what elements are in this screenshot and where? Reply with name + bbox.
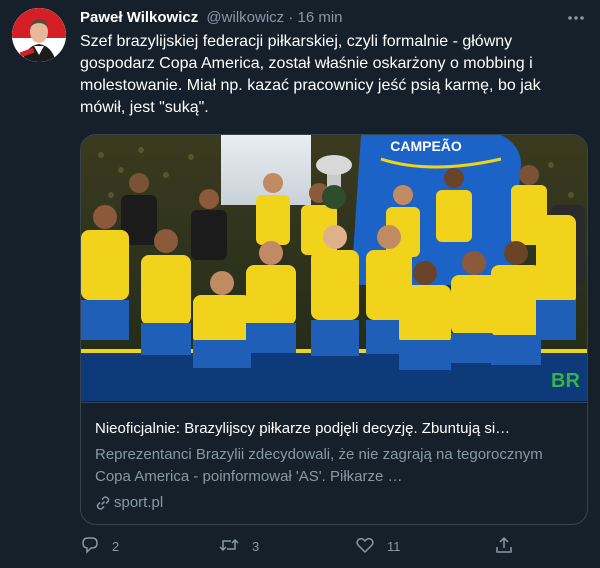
- reply-button[interactable]: 2: [80, 535, 119, 558]
- card-image[interactable]: CAMPEÃO BR: [81, 135, 587, 401]
- card-domain-text: sport.pl: [114, 494, 164, 511]
- more-icon[interactable]: [564, 6, 588, 30]
- reply-icon[interactable]: [80, 535, 100, 558]
- retweet-count: 3: [252, 539, 260, 554]
- like-button[interactable]: 11: [355, 535, 401, 558]
- like-icon[interactable]: [355, 535, 375, 558]
- author-name[interactable]: Paweł Wilkowicz: [80, 9, 198, 26]
- card-description: Reprezentanci Brazylii zdecydowali, że n…: [95, 446, 543, 485]
- author-handle-time[interactable]: @wilkowicz · 16 min: [206, 9, 342, 26]
- banner-text: CAMPEÃO: [390, 137, 462, 154]
- retweet-button[interactable]: 3: [218, 535, 259, 558]
- card-body[interactable]: Nieoficjalnie: Brazylijscy piłkarze podj…: [81, 402, 587, 524]
- tweet[interactable]: Paweł Wilkowicz @wilkowicz · 16 min Szef…: [0, 0, 600, 568]
- board-text: BR: [551, 370, 580, 392]
- retweet-icon[interactable]: [218, 535, 240, 558]
- reply-count: 2: [112, 539, 120, 554]
- card-title[interactable]: Nieoficjalnie: Brazylijscy piłkarze podj…: [95, 420, 575, 437]
- avatar[interactable]: [12, 8, 66, 62]
- share-icon[interactable]: [494, 535, 514, 558]
- card-domain: sport.pl: [95, 494, 163, 511]
- like-count: 11: [387, 539, 401, 554]
- tweet-actions: 2 3 11: [80, 535, 590, 559]
- link-icon: [95, 495, 111, 511]
- tweet-text: Szef brazylijskiej federacji piłkarskiej…: [80, 33, 541, 116]
- tweet-header: Paweł Wilkowicz @wilkowicz · 16 min: [80, 9, 343, 26]
- link-card[interactable]: CAMPEÃO BR Nieoficjalnie: Brazylijscy pi…: [80, 134, 588, 525]
- share-button[interactable]: [494, 535, 514, 558]
